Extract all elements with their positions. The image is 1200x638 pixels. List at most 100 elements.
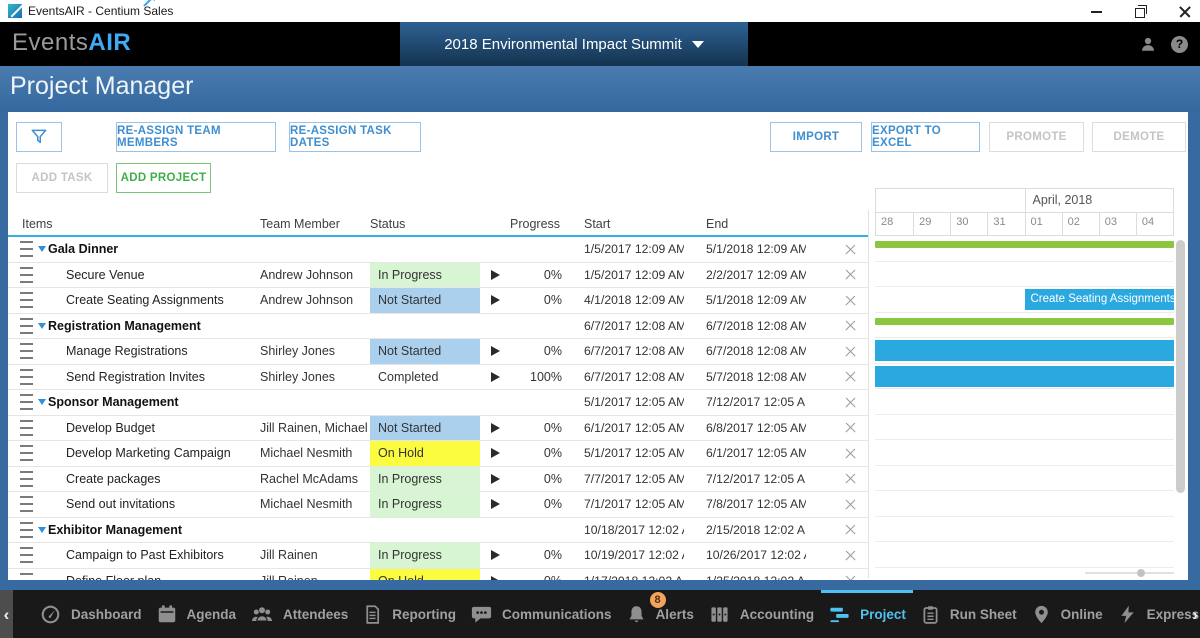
event-selector[interactable]: 2018 Environmental Impact Summit	[400, 22, 748, 66]
user-icon[interactable]	[1139, 35, 1157, 53]
status-cell[interactable]: Not Started	[370, 288, 480, 313]
column-header-items[interactable]: Items	[8, 217, 260, 231]
status-cell[interactable]	[370, 390, 480, 415]
status-cell[interactable]: In Progress	[370, 263, 480, 288]
delete-icon[interactable]	[845, 575, 856, 580]
gantt-vertical-scrollbar[interactable]	[1176, 240, 1185, 493]
nav-item-online[interactable]: Online	[1031, 590, 1103, 638]
collapse-caret-icon[interactable]	[38, 323, 46, 329]
gantt-bar[interactable]	[875, 366, 1174, 387]
export-to-excel-button[interactable]: EXPORT TO EXCEL	[871, 122, 980, 152]
column-header-team-member[interactable]: Team Member	[260, 217, 370, 231]
status-cell[interactable]	[370, 518, 480, 543]
delete-icon[interactable]	[845, 346, 856, 357]
gantt-horizontal-scrollbar[interactable]	[1137, 569, 1145, 577]
collapse-caret-icon[interactable]	[38, 399, 46, 405]
collapse-caret-icon[interactable]	[38, 246, 46, 252]
drag-handle-icon[interactable]	[20, 241, 33, 257]
nav-scroll-right[interactable]: ›	[1192, 590, 1198, 638]
reassign-team-members-button[interactable]: RE-ASSIGN TEAM MEMBERS	[116, 122, 276, 152]
drag-handle-icon[interactable]	[20, 471, 33, 487]
delete-icon[interactable]	[845, 448, 856, 459]
delete-icon[interactable]	[845, 550, 856, 561]
restore-icon[interactable]	[1134, 4, 1148, 18]
drag-handle-icon[interactable]	[20, 292, 33, 308]
nav-item-express-action[interactable]: Express Action	[1117, 590, 1200, 638]
nav-item-accounting[interactable]: Accounting	[708, 590, 814, 638]
status-cell[interactable]: On Hold	[370, 441, 480, 466]
column-header-start[interactable]: Start	[562, 217, 684, 231]
nav-item-agenda[interactable]: Agenda	[156, 590, 237, 638]
gantt-bar[interactable]	[875, 241, 1174, 248]
status-cell[interactable]: In Progress	[370, 543, 480, 568]
play-icon[interactable]	[491, 474, 500, 484]
app-icon	[8, 4, 22, 18]
status-cell[interactable]: On Hold	[370, 569, 480, 581]
status-cell[interactable]: Not Started	[370, 339, 480, 364]
nav-item-attendees[interactable]: Attendees	[250, 590, 348, 638]
demote-button[interactable]: DEMOTE	[1092, 122, 1186, 152]
filter-button[interactable]	[16, 122, 62, 152]
drag-handle-icon[interactable]	[20, 496, 33, 512]
drag-handle-icon[interactable]	[20, 573, 33, 580]
delete-icon[interactable]	[845, 524, 856, 535]
status-cell[interactable]: In Progress	[370, 492, 480, 517]
drag-handle-icon[interactable]	[20, 318, 33, 334]
drag-handle-icon[interactable]	[20, 369, 33, 385]
delete-icon[interactable]	[845, 295, 856, 306]
nav-item-run-sheet[interactable]: Run Sheet	[920, 590, 1017, 638]
delete-icon[interactable]	[845, 371, 856, 382]
play-icon[interactable]	[491, 270, 500, 280]
status-cell[interactable]	[370, 237, 480, 262]
play-icon[interactable]	[491, 372, 500, 382]
import-button[interactable]: IMPORT	[770, 122, 862, 152]
gantt-bar[interactable]: Create Seating Assignments	[1025, 289, 1175, 310]
delete-icon[interactable]	[845, 473, 856, 484]
nav-item-dashboard[interactable]: Dashboard	[39, 590, 142, 638]
nav-scroll-left[interactable]: ‹	[0, 590, 13, 638]
play-icon[interactable]	[491, 295, 500, 305]
nav-item-reporting[interactable]: Reporting	[362, 590, 456, 638]
promote-button[interactable]: PROMOTE	[989, 122, 1084, 152]
drag-handle-icon[interactable]	[20, 522, 33, 538]
drag-handle-icon[interactable]	[20, 547, 33, 563]
add-task-button[interactable]: ADD TASK	[16, 163, 108, 193]
status-cell[interactable]: Completed	[370, 365, 480, 390]
drag-handle-icon[interactable]	[20, 445, 33, 461]
play-icon[interactable]	[491, 423, 500, 433]
reassign-task-dates-button[interactable]: RE-ASSIGN TASK DATES	[289, 122, 421, 152]
delete-icon[interactable]	[845, 397, 856, 408]
drag-handle-icon[interactable]	[20, 394, 33, 410]
nav-item-alerts[interactable]: Alerts 8	[626, 590, 694, 638]
play-icon[interactable]	[491, 346, 500, 356]
help-icon[interactable]: ?	[1171, 36, 1188, 53]
drag-handle-icon[interactable]	[20, 267, 33, 283]
play-icon[interactable]	[491, 499, 500, 509]
drag-handle-icon[interactable]	[20, 343, 33, 359]
table-row: Campaign to Past Exhibitors Jill Rainen …	[8, 543, 868, 569]
collapse-caret-icon[interactable]	[38, 527, 46, 533]
nav-item-communications[interactable]: Communications	[470, 590, 612, 638]
column-header-progress[interactable]: Progress	[510, 217, 562, 231]
delete-icon[interactable]	[845, 269, 856, 280]
gantt-bar[interactable]	[875, 340, 1174, 361]
play-icon[interactable]	[491, 448, 500, 458]
column-header-end[interactable]: End	[684, 217, 806, 231]
play-icon[interactable]	[491, 550, 500, 560]
column-header-status[interactable]: Status	[370, 217, 480, 231]
status-cell[interactable]: In Progress	[370, 467, 480, 492]
gantt-lane	[875, 466, 1174, 492]
delete-icon[interactable]	[845, 422, 856, 433]
close-icon[interactable]	[1178, 4, 1192, 18]
status-cell[interactable]: Not Started	[370, 416, 480, 441]
gantt-bar[interactable]	[875, 318, 1174, 325]
delete-icon[interactable]	[845, 320, 856, 331]
delete-icon[interactable]	[845, 244, 856, 255]
play-icon[interactable]	[491, 576, 500, 580]
add-project-button[interactable]: ADD PROJECT	[116, 163, 211, 193]
drag-handle-icon[interactable]	[20, 420, 33, 436]
status-cell[interactable]	[370, 314, 480, 339]
delete-icon[interactable]	[845, 499, 856, 510]
nav-item-project[interactable]: Project	[828, 590, 906, 638]
minimize-icon[interactable]	[1090, 4, 1104, 18]
